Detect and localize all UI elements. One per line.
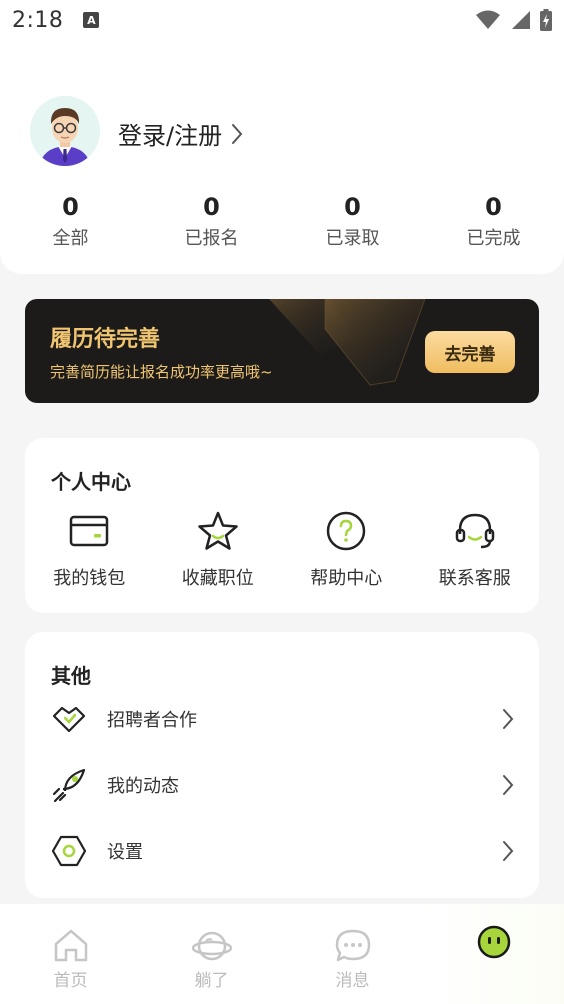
status-icons [476, 9, 552, 31]
stat-value: 0 [62, 193, 79, 221]
planet-icon [191, 931, 232, 961]
resume-banner[interactable]: 履历待完善 完善简历能让报名成功率更高哦~ 去完善 [25, 299, 539, 403]
handshake-icon [52, 706, 86, 733]
login-register-link[interactable]: 登录/注册 [118, 116, 244, 151]
nav-lying-flat[interactable]: 躺了 [141, 904, 282, 1004]
grid-item-label: 收藏职位 [181, 568, 254, 589]
list-item-label: 招聘者合作 [107, 710, 197, 731]
chevron-right-icon [503, 709, 514, 729]
stat-label: 已录取 [325, 228, 380, 249]
grid-item-label: 我的钱包 [53, 568, 126, 589]
stat-all[interactable]: 0 全部 [0, 192, 141, 250]
bottom-nav: 首页 躺了 消息 [0, 904, 564, 1004]
grid-item-label: 帮助中心 [310, 568, 383, 589]
list-item-label: 我的动态 [107, 776, 179, 797]
list-item-label: 设置 [107, 842, 143, 863]
status-bar: 2:18 A [0, 0, 564, 40]
nav-label: 消息 [335, 971, 370, 991]
stat-value: 0 [485, 193, 502, 221]
list-item-recruiter-cooperation[interactable]: 招聘者合作 [25, 694, 539, 744]
star-icon [198, 511, 238, 550]
list-item-my-activity[interactable]: 我的动态 [25, 760, 539, 810]
headset-icon [455, 513, 494, 549]
other-card: 其他 招聘者合作 我的动态 设置 [25, 632, 539, 898]
nav-messages[interactable]: 消息 [282, 904, 423, 1004]
wallet-item[interactable]: 我的钱包 [25, 510, 154, 590]
avatar-illustration [30, 96, 100, 166]
complete-resume-button[interactable]: 去完善 [425, 331, 515, 373]
message-icon [335, 929, 370, 962]
resume-title: 履历待完善 [50, 327, 161, 352]
list-item-settings[interactable]: 设置 [25, 826, 539, 876]
nav-home[interactable]: 首页 [0, 904, 141, 1004]
stat-applied[interactable]: 0 已报名 [141, 192, 282, 250]
personal-center-title: 个人中心 [51, 470, 131, 494]
nav-label: 首页 [53, 971, 88, 991]
stat-hired[interactable]: 0 已录取 [282, 192, 423, 250]
profile-card: 登录/注册 0 全部 0 已报名 0 已录取 0 已完成 [0, 40, 564, 274]
wifi-icon [476, 10, 500, 29]
nav-profile[interactable] [423, 904, 564, 1004]
personal-center-card: 个人中心 我的钱包 收藏职位 帮助中心 联系客服 [25, 438, 539, 613]
stat-value: 0 [344, 193, 361, 221]
rocket-icon [52, 768, 86, 803]
stat-label: 已完成 [466, 228, 521, 249]
customer-service-item[interactable]: 联系客服 [411, 510, 540, 590]
help-center-item[interactable]: 帮助中心 [282, 510, 411, 590]
other-title: 其他 [51, 664, 91, 688]
status-time: 2:18 [12, 7, 64, 33]
application-stats: 0 全部 0 已报名 0 已录取 0 已完成 [0, 192, 564, 250]
signal-icon [512, 11, 530, 29]
stat-value: 0 [203, 193, 220, 221]
resume-subtitle: 完善简历能让报名成功率更高哦~ [50, 363, 273, 381]
nav-label: 躺了 [194, 971, 229, 991]
profile-face-icon [477, 925, 510, 959]
battery-icon [540, 9, 552, 31]
settings-icon [51, 835, 87, 867]
notification-badge: A [83, 12, 100, 28]
chevron-right-icon [232, 123, 243, 144]
wallet-icon [70, 515, 109, 547]
login-register-label: 登录/注册 [118, 122, 223, 150]
personal-center-grid: 我的钱包 收藏职位 帮助中心 联系客服 [25, 510, 539, 590]
avatar[interactable] [30, 96, 100, 166]
favorite-jobs-item[interactable]: 收藏职位 [154, 510, 283, 590]
stat-label: 全部 [52, 228, 89, 249]
chevron-right-icon [503, 841, 514, 861]
stat-completed[interactable]: 0 已完成 [423, 192, 564, 250]
home-icon [54, 929, 87, 962]
grid-item-label: 联系客服 [438, 568, 511, 589]
help-icon [327, 511, 366, 551]
stat-label: 已报名 [184, 228, 239, 249]
chevron-right-icon [503, 775, 514, 795]
